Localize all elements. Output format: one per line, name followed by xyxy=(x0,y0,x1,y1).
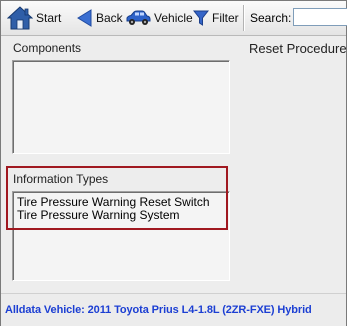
vehicle-button[interactable]: Vehicle xyxy=(125,7,193,29)
reset-procedure-title: Reset Procedure xyxy=(249,41,347,56)
home-icon xyxy=(7,5,33,31)
back-label: Back xyxy=(96,11,123,25)
components-list[interactable] xyxy=(12,60,230,154)
search-input[interactable] xyxy=(293,8,347,26)
filter-button[interactable]: Filter xyxy=(193,7,239,29)
toolbar: Start Back Vehicle Filter Search: xyxy=(1,1,347,36)
funnel-icon xyxy=(193,9,209,27)
back-arrow-icon xyxy=(77,9,93,27)
vehicle-status-text: Alldata Vehicle: 2011 Toyota Prius L4-1.… xyxy=(5,304,312,316)
start-label: Start xyxy=(36,11,62,25)
components-label: Components xyxy=(13,41,82,55)
app-window: Start Back Vehicle Filter Search: Compon… xyxy=(0,0,347,326)
list-item[interactable]: Tire Pressure Warning Reset Switch xyxy=(17,195,210,209)
information-types-list[interactable]: Tire Pressure Warning Reset Switch Tire … xyxy=(12,191,230,281)
list-item[interactable]: Tire Pressure Warning System xyxy=(17,208,180,222)
toolbar-separator xyxy=(243,5,244,31)
start-button[interactable]: Start xyxy=(7,5,61,31)
back-button[interactable]: Back xyxy=(77,7,123,29)
car-icon xyxy=(125,9,151,27)
status-bar: Alldata Vehicle: 2011 Toyota Prius L4-1.… xyxy=(1,293,346,326)
information-types-label: Information Types xyxy=(13,172,109,186)
search-label: Search: xyxy=(250,11,292,25)
vehicle-label: Vehicle xyxy=(154,11,193,25)
filter-label: Filter xyxy=(212,11,239,25)
